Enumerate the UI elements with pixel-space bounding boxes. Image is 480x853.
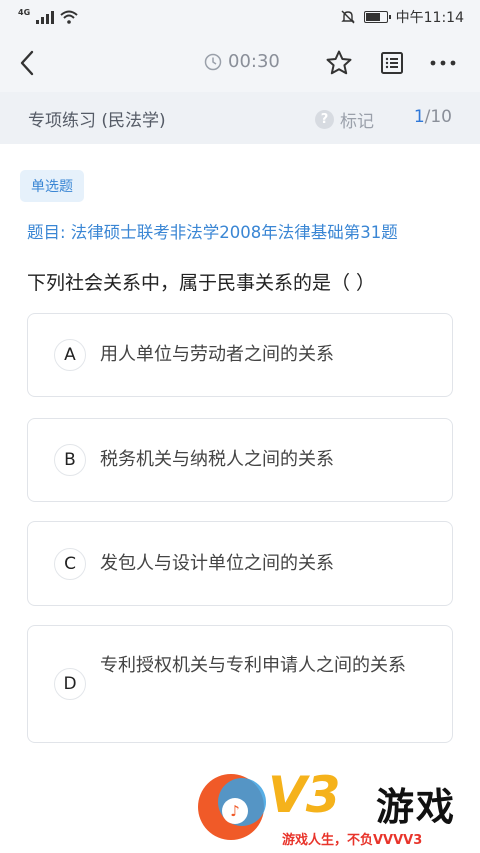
back-button[interactable] [12, 48, 42, 78]
option-letter: C [54, 548, 86, 580]
answer-sheet-icon [381, 52, 403, 74]
watermark-slogan: 游戏人生，不负VVVV3 [282, 833, 423, 848]
option-text: 税务机关与纳税人之间的关系 [100, 449, 334, 470]
question-stem: 下列社会关系中，属于民事关系的是（ ） [27, 272, 376, 294]
nav-bar: 00:30 [0, 34, 480, 92]
option-letter: B [54, 444, 86, 476]
question-source: 题目: 法律硕士联考非法学2008年法律基础第31题 [27, 223, 398, 242]
option-a[interactable]: A 用人单位与劳动者之间的关系 [27, 313, 453, 397]
signal-icon [36, 10, 55, 24]
watermark-game: 游戏 [376, 785, 457, 829]
question-type-tag: 单选题 [20, 170, 84, 202]
back-arrow-icon [20, 50, 34, 76]
option-letter: A [54, 339, 86, 371]
progress-current: 1 [413, 107, 425, 127]
mark-label: 标记 [340, 112, 374, 132]
watermark: ♪ V3 游戏 游戏人生，不负VVVV3 [192, 766, 480, 853]
option-b[interactable]: B 税务机关与纳税人之间的关系 [27, 418, 453, 502]
mute-bell-icon [340, 10, 355, 24]
network-type: 4G [18, 7, 31, 17]
wifi-icon [60, 10, 78, 24]
option-d[interactable]: D 专利授权机关与专利申请人之间的关系 [27, 625, 453, 743]
status-left: 4G [18, 7, 78, 24]
star-icon [326, 50, 352, 75]
practice-title: 专项练习 (民法学) [28, 110, 166, 131]
clock-icon [204, 53, 222, 70]
question-mark-icon: ? [315, 110, 334, 129]
option-text: 发包人与设计单位之间的关系 [100, 553, 334, 574]
option-c[interactable]: C 发包人与设计单位之间的关系 [27, 521, 453, 606]
timer: 00:30 [204, 51, 280, 72]
status-right: 中午11:14 [340, 7, 464, 27]
mark-button[interactable]: ? 标记 [315, 107, 374, 132]
battery-icon [363, 11, 391, 23]
more-button[interactable] [428, 48, 458, 78]
option-text: 专利授权机关与专利申请人之间的关系 [100, 655, 406, 676]
clock-time: 中午11:14 [395, 10, 464, 26]
more-icon [430, 60, 456, 66]
option-text: 用人单位与劳动者之间的关系 [100, 344, 334, 365]
watermark-brand: V3 [268, 766, 340, 824]
status-bar: 4G 中午11:14 [0, 0, 480, 34]
timer-value: 00:30 [228, 51, 280, 72]
watermark-logo-icon: ♪ [198, 774, 266, 840]
answer-sheet-button[interactable] [377, 48, 407, 78]
question-progress: 1/10 [414, 107, 452, 127]
question-card: 单选题 题目: 法律硕士联考非法学2008年法律基础第31题 下列社会关系中，属… [0, 144, 480, 853]
progress-total: /10 [424, 107, 452, 127]
option-letter: D [54, 668, 86, 700]
favorite-button[interactable] [324, 48, 354, 78]
practice-header: 专项练习 (民法学) ? 标记 1/10 [0, 92, 480, 144]
